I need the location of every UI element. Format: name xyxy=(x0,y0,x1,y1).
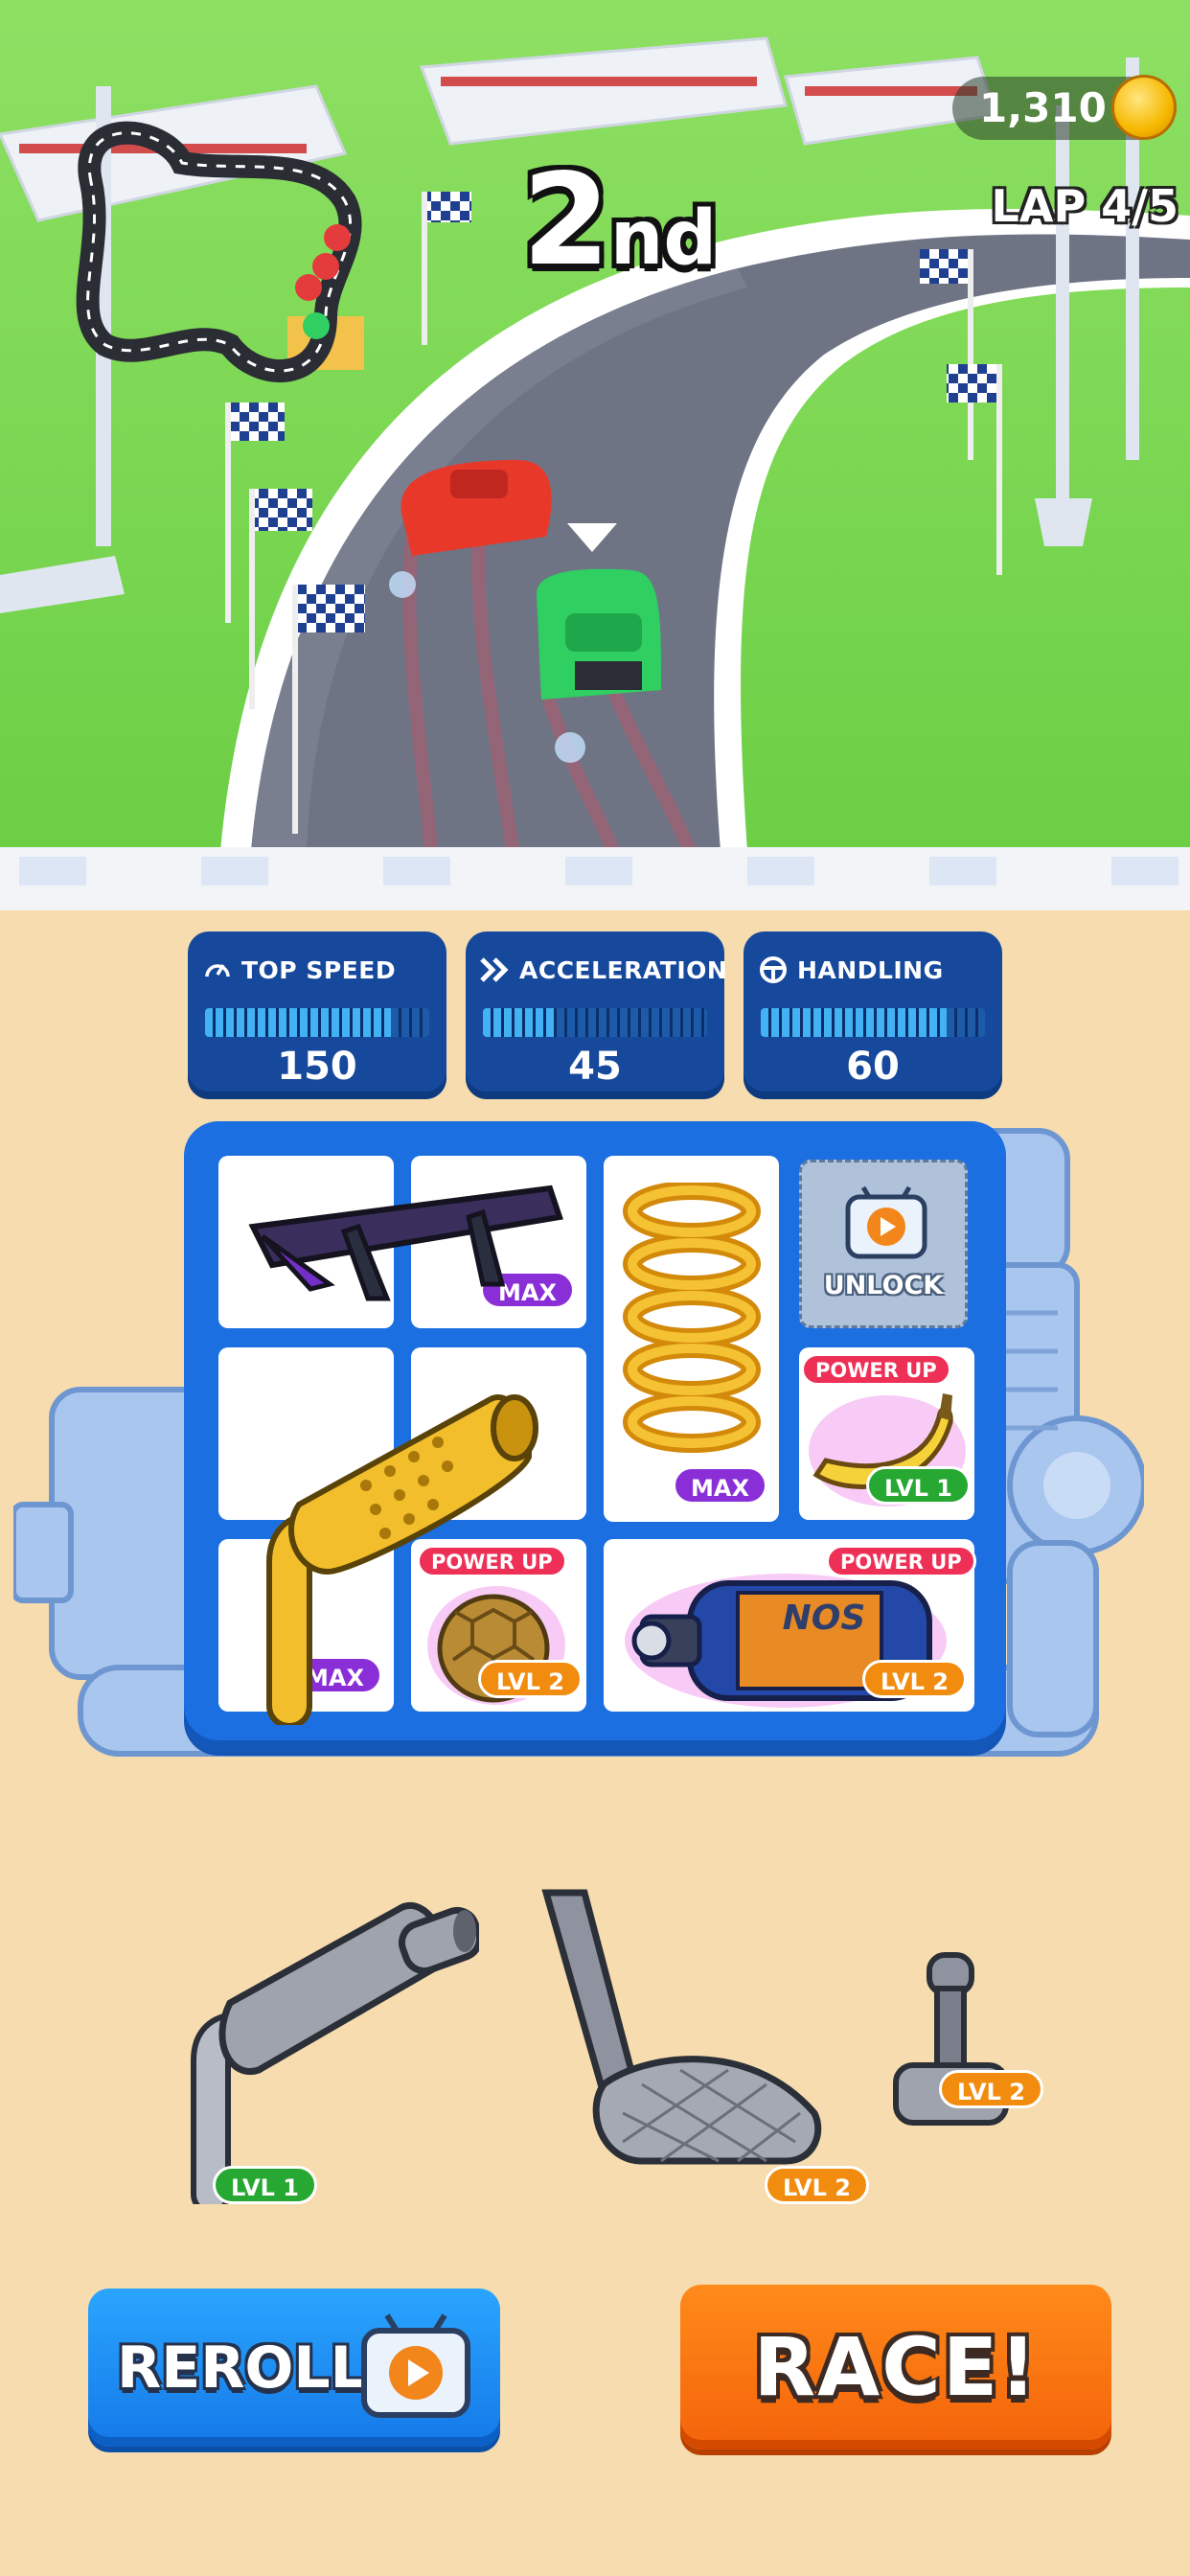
stat-value: 60 xyxy=(846,1045,900,1089)
level-badge: LVL 1 xyxy=(213,2166,317,2204)
stat-label: TOP SPEED xyxy=(241,955,397,984)
stat-value: 150 xyxy=(277,1045,357,1089)
power-up-badge: POWER UP xyxy=(801,1353,951,1386)
grid-cell-nos[interactable]: POWER UP NOS LVL 2 xyxy=(604,1539,976,1712)
stat-bar xyxy=(205,1008,429,1037)
grid-cell-spring[interactable]: MAX xyxy=(604,1156,779,1522)
level-badge: LVL 2 xyxy=(939,2070,1043,2108)
spring-part xyxy=(623,1183,761,1453)
reroll-button[interactable]: REROLL xyxy=(88,2288,500,2447)
race-position: 2nd xyxy=(522,153,810,288)
unlock-label: UNLOCK xyxy=(823,1271,944,1300)
steering-wheel-icon xyxy=(757,954,790,986)
level-badge: LVL 2 xyxy=(765,2166,869,2204)
spoiler-part[interactable] xyxy=(243,1179,569,1303)
parts-grid: MAX MAX UNLOCK POWER UP LVL 1 MAX POWER … xyxy=(184,1121,1006,1750)
max-badge: MAX xyxy=(673,1466,767,1505)
gold-exhaust-part[interactable] xyxy=(241,1361,558,1725)
race-button[interactable]: RACE! xyxy=(680,2285,1111,2450)
muffler-part[interactable] xyxy=(172,1878,479,2204)
coin-icon xyxy=(1111,75,1177,140)
level-badge: LVL 1 xyxy=(866,1466,971,1505)
race-label: RACE! xyxy=(753,2320,1039,2414)
nos-label: NOS xyxy=(782,1598,866,1638)
stat-value: 45 xyxy=(568,1045,622,1089)
reroll-label: REROLL xyxy=(117,2334,367,2402)
stat-top-speed: TOP SPEED 150 xyxy=(188,932,446,1099)
grid-cell-banana[interactable]: POWER UP LVL 1 xyxy=(799,1347,974,1520)
stat-label: HANDLING xyxy=(797,955,944,984)
lap-counter: LAP 4/5 xyxy=(991,180,1179,232)
stat-bar xyxy=(483,1008,707,1037)
stat-handling: HANDLING 60 xyxy=(744,932,1002,1099)
coin-counter: 1,310 xyxy=(952,75,1177,140)
coin-amount: 1,310 xyxy=(979,84,1107,131)
stat-label: ACCELERATION xyxy=(519,955,728,984)
chevrons-icon xyxy=(479,954,512,986)
position-suffix: nd xyxy=(609,196,718,282)
level-badge: LVL 2 xyxy=(862,1660,967,1698)
stat-bar xyxy=(761,1008,985,1037)
speedometer-icon xyxy=(201,954,234,986)
pedal-part[interactable] xyxy=(527,1883,843,2171)
video-ad-icon xyxy=(361,2313,470,2418)
position-number: 2 xyxy=(522,147,610,294)
stat-acceleration: ACCELERATION 45 xyxy=(466,932,728,1099)
video-ad-icon xyxy=(845,1185,927,1259)
scene-divider xyxy=(0,847,1190,910)
unlock-slot[interactable]: UNLOCK xyxy=(799,1160,968,1328)
